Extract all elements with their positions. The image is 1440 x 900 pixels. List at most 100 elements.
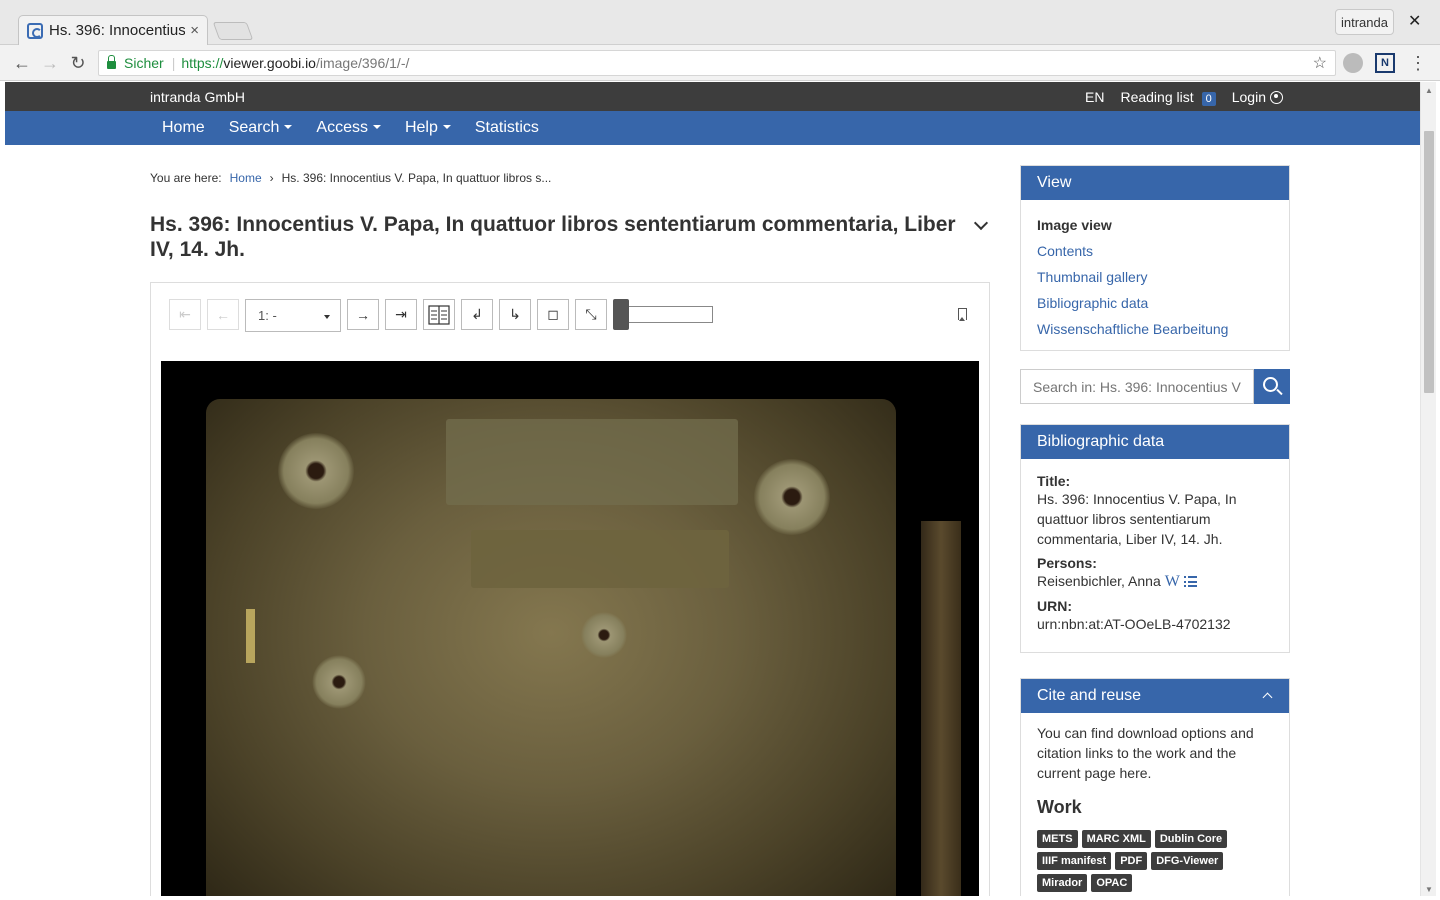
browser-menu-icon[interactable]: ⋮ (1408, 53, 1428, 73)
caret-down-icon (284, 125, 293, 129)
scroll-up-icon[interactable]: ▲ (1425, 86, 1433, 95)
page-select[interactable]: 1: - (245, 299, 341, 332)
book-edge (921, 521, 961, 896)
cover-boss (312, 655, 366, 709)
browser-tabstrip: Hs. 396: Innocentius V. Papa × intranda … (0, 0, 1440, 45)
nav-help-label: Help (404, 119, 438, 136)
double-page-icon (428, 304, 450, 325)
window-close-icon[interactable]: ✕ (1408, 11, 1421, 31)
view-bibliographic-data[interactable]: Bibliographic data (1037, 290, 1273, 316)
download-iiif-manifest[interactable]: IIIF manifest (1037, 852, 1112, 870)
title-value: Hs. 396: Innocentius V. Papa, In quattuo… (1037, 491, 1237, 547)
nav-access-label: Access (316, 119, 368, 136)
previous-page-button[interactable]: ← (207, 299, 239, 330)
view-panel: View Image view Contents Thumbnail galle… (1020, 165, 1290, 351)
download-dfg-viewer[interactable]: DFG-Viewer (1151, 852, 1224, 870)
view-panel-heading: View (1021, 166, 1289, 200)
list-icon[interactable] (1183, 576, 1197, 587)
brand[interactable]: intranda GmbH (150, 89, 245, 105)
page-title: Hs. 396: Innocentius V. Papa, In quattuo… (150, 213, 956, 261)
user-circle-icon (1270, 91, 1283, 104)
double-page-button[interactable] (423, 299, 455, 330)
scroll-down-icon[interactable]: ▼ (1425, 885, 1433, 894)
forward-icon[interactable]: → (38, 51, 62, 75)
page-select-value: 1: - (258, 308, 277, 323)
page-scan-image[interactable] (161, 361, 979, 896)
reading-list-count: 0 (1201, 92, 1216, 106)
login-link[interactable]: Login (1232, 89, 1283, 105)
reload-icon[interactable]: ↻ (66, 51, 90, 75)
browser-tab[interactable]: Hs. 396: Innocentius V. Papa × (18, 15, 208, 45)
breadcrumb-separator: › (269, 171, 274, 185)
breadcrumb-home[interactable]: Home (230, 171, 262, 185)
zoom-slider-handle[interactable] (613, 299, 629, 330)
person-entry: Reisenbichler, Anna W (1037, 571, 1273, 592)
view-image-view[interactable]: Image view (1037, 212, 1273, 238)
cite-panel-heading[interactable]: Cite and reuse (1021, 679, 1289, 713)
wikipedia-icon[interactable]: W (1165, 573, 1180, 590)
cover-boss (581, 612, 627, 658)
nav-statistics[interactable]: Statistics (463, 119, 551, 137)
image-viewer: ⇤ ← 1: - → ⇥ ↲ ↳ ◻ ⤡ (150, 282, 990, 896)
cite-panel-title: Cite and reuse (1037, 687, 1142, 704)
tab-close-icon[interactable]: × (190, 22, 199, 39)
url-host: viewer.goobi.io (223, 55, 316, 71)
title-chevron-down-icon[interactable] (973, 215, 989, 231)
download-mirador[interactable]: Mirador (1037, 874, 1088, 892)
breadcrumb-current: Hs. 396: Innocentius V. Papa, In quattuo… (281, 171, 552, 185)
nav-help[interactable]: Help (393, 119, 463, 137)
download-badges: METS MARC XML Dublin Core IIIF manifest … (1037, 830, 1273, 892)
page-scrollbar[interactable]: ▲ ▼ (1420, 82, 1436, 896)
nav-home[interactable]: Home (150, 119, 217, 137)
download-pdf[interactable]: PDF (1115, 852, 1148, 870)
next-page-button[interactable]: → (347, 299, 379, 330)
scrollbar-thumb[interactable] (1424, 131, 1434, 393)
lock-icon (107, 55, 116, 69)
nav-search[interactable]: Search (217, 119, 305, 137)
urn-value: urn:nbn:at:AT-OOeLB-4702132 (1037, 616, 1231, 632)
page-viewport: intranda GmbH EN Reading list 0 Login Hom… (5, 82, 1420, 896)
bibliographic-panel: Bibliographic data Title: Hs. 396: Innoc… (1020, 424, 1290, 653)
record-search-input[interactable] (1020, 369, 1254, 404)
browser-toolbar: ← → ↻ Sicher | https:// viewer.goobi.io … (0, 45, 1440, 81)
bookmark-icon[interactable] (958, 308, 967, 321)
chevron-up-icon[interactable] (1262, 692, 1273, 703)
book-cover (206, 399, 896, 896)
nav-statistics-label: Statistics (474, 119, 539, 136)
reset-view-button[interactable]: ◻ (537, 299, 569, 330)
caret-down-icon (372, 125, 381, 129)
url-path: /image/396/1/-/ (315, 55, 410, 71)
last-page-button[interactable]: ⇥ (385, 299, 417, 330)
bookmark-star-icon[interactable]: ☆ (1313, 53, 1327, 73)
shelf-mark-tag (246, 609, 255, 663)
download-mets[interactable]: METS (1037, 830, 1078, 848)
new-tab-button[interactable] (212, 22, 254, 40)
secure-label: Sicher (124, 55, 164, 71)
reading-list-link[interactable]: Reading list 0 (1120, 89, 1216, 106)
address-separator: | (171, 55, 176, 71)
first-page-button[interactable]: ⇤ (169, 299, 201, 330)
nav-access[interactable]: Access (304, 119, 393, 137)
fullscreen-button[interactable]: ⤡ (575, 299, 607, 330)
view-thumbnail-gallery[interactable]: Thumbnail gallery (1037, 264, 1273, 290)
download-dublin-core[interactable]: Dublin Core (1154, 830, 1228, 848)
record-search-button[interactable] (1254, 369, 1290, 404)
extension-icon[interactable] (1343, 53, 1363, 73)
address-bar[interactable]: Sicher | https:// viewer.goobi.io /image… (98, 50, 1336, 76)
view-scholarly-edition[interactable]: Wissenschaftliche Bearbeitung (1037, 316, 1273, 342)
view-contents[interactable]: Contents (1037, 238, 1273, 264)
profile-button[interactable]: intranda (1335, 9, 1394, 35)
back-icon[interactable]: ← (10, 51, 34, 75)
rotate-left-button[interactable]: ↲ (461, 299, 493, 330)
goobi-favicon-icon (27, 22, 43, 39)
cite-panel: Cite and reuse You can find download opt… (1020, 678, 1290, 896)
url-scheme: https:// (181, 55, 224, 71)
person-value: Reisenbichler, Anna (1037, 573, 1161, 589)
cite-description: You can find download options and citati… (1037, 725, 1254, 781)
download-marc-xml[interactable]: MARC XML (1081, 830, 1151, 848)
extension-n-icon[interactable]: N (1375, 53, 1395, 73)
language-switch[interactable]: EN (1085, 89, 1104, 105)
download-opac[interactable]: OPAC (1091, 874, 1133, 892)
rotate-right-button[interactable]: ↳ (499, 299, 531, 330)
title-label: Title: (1037, 473, 1071, 489)
